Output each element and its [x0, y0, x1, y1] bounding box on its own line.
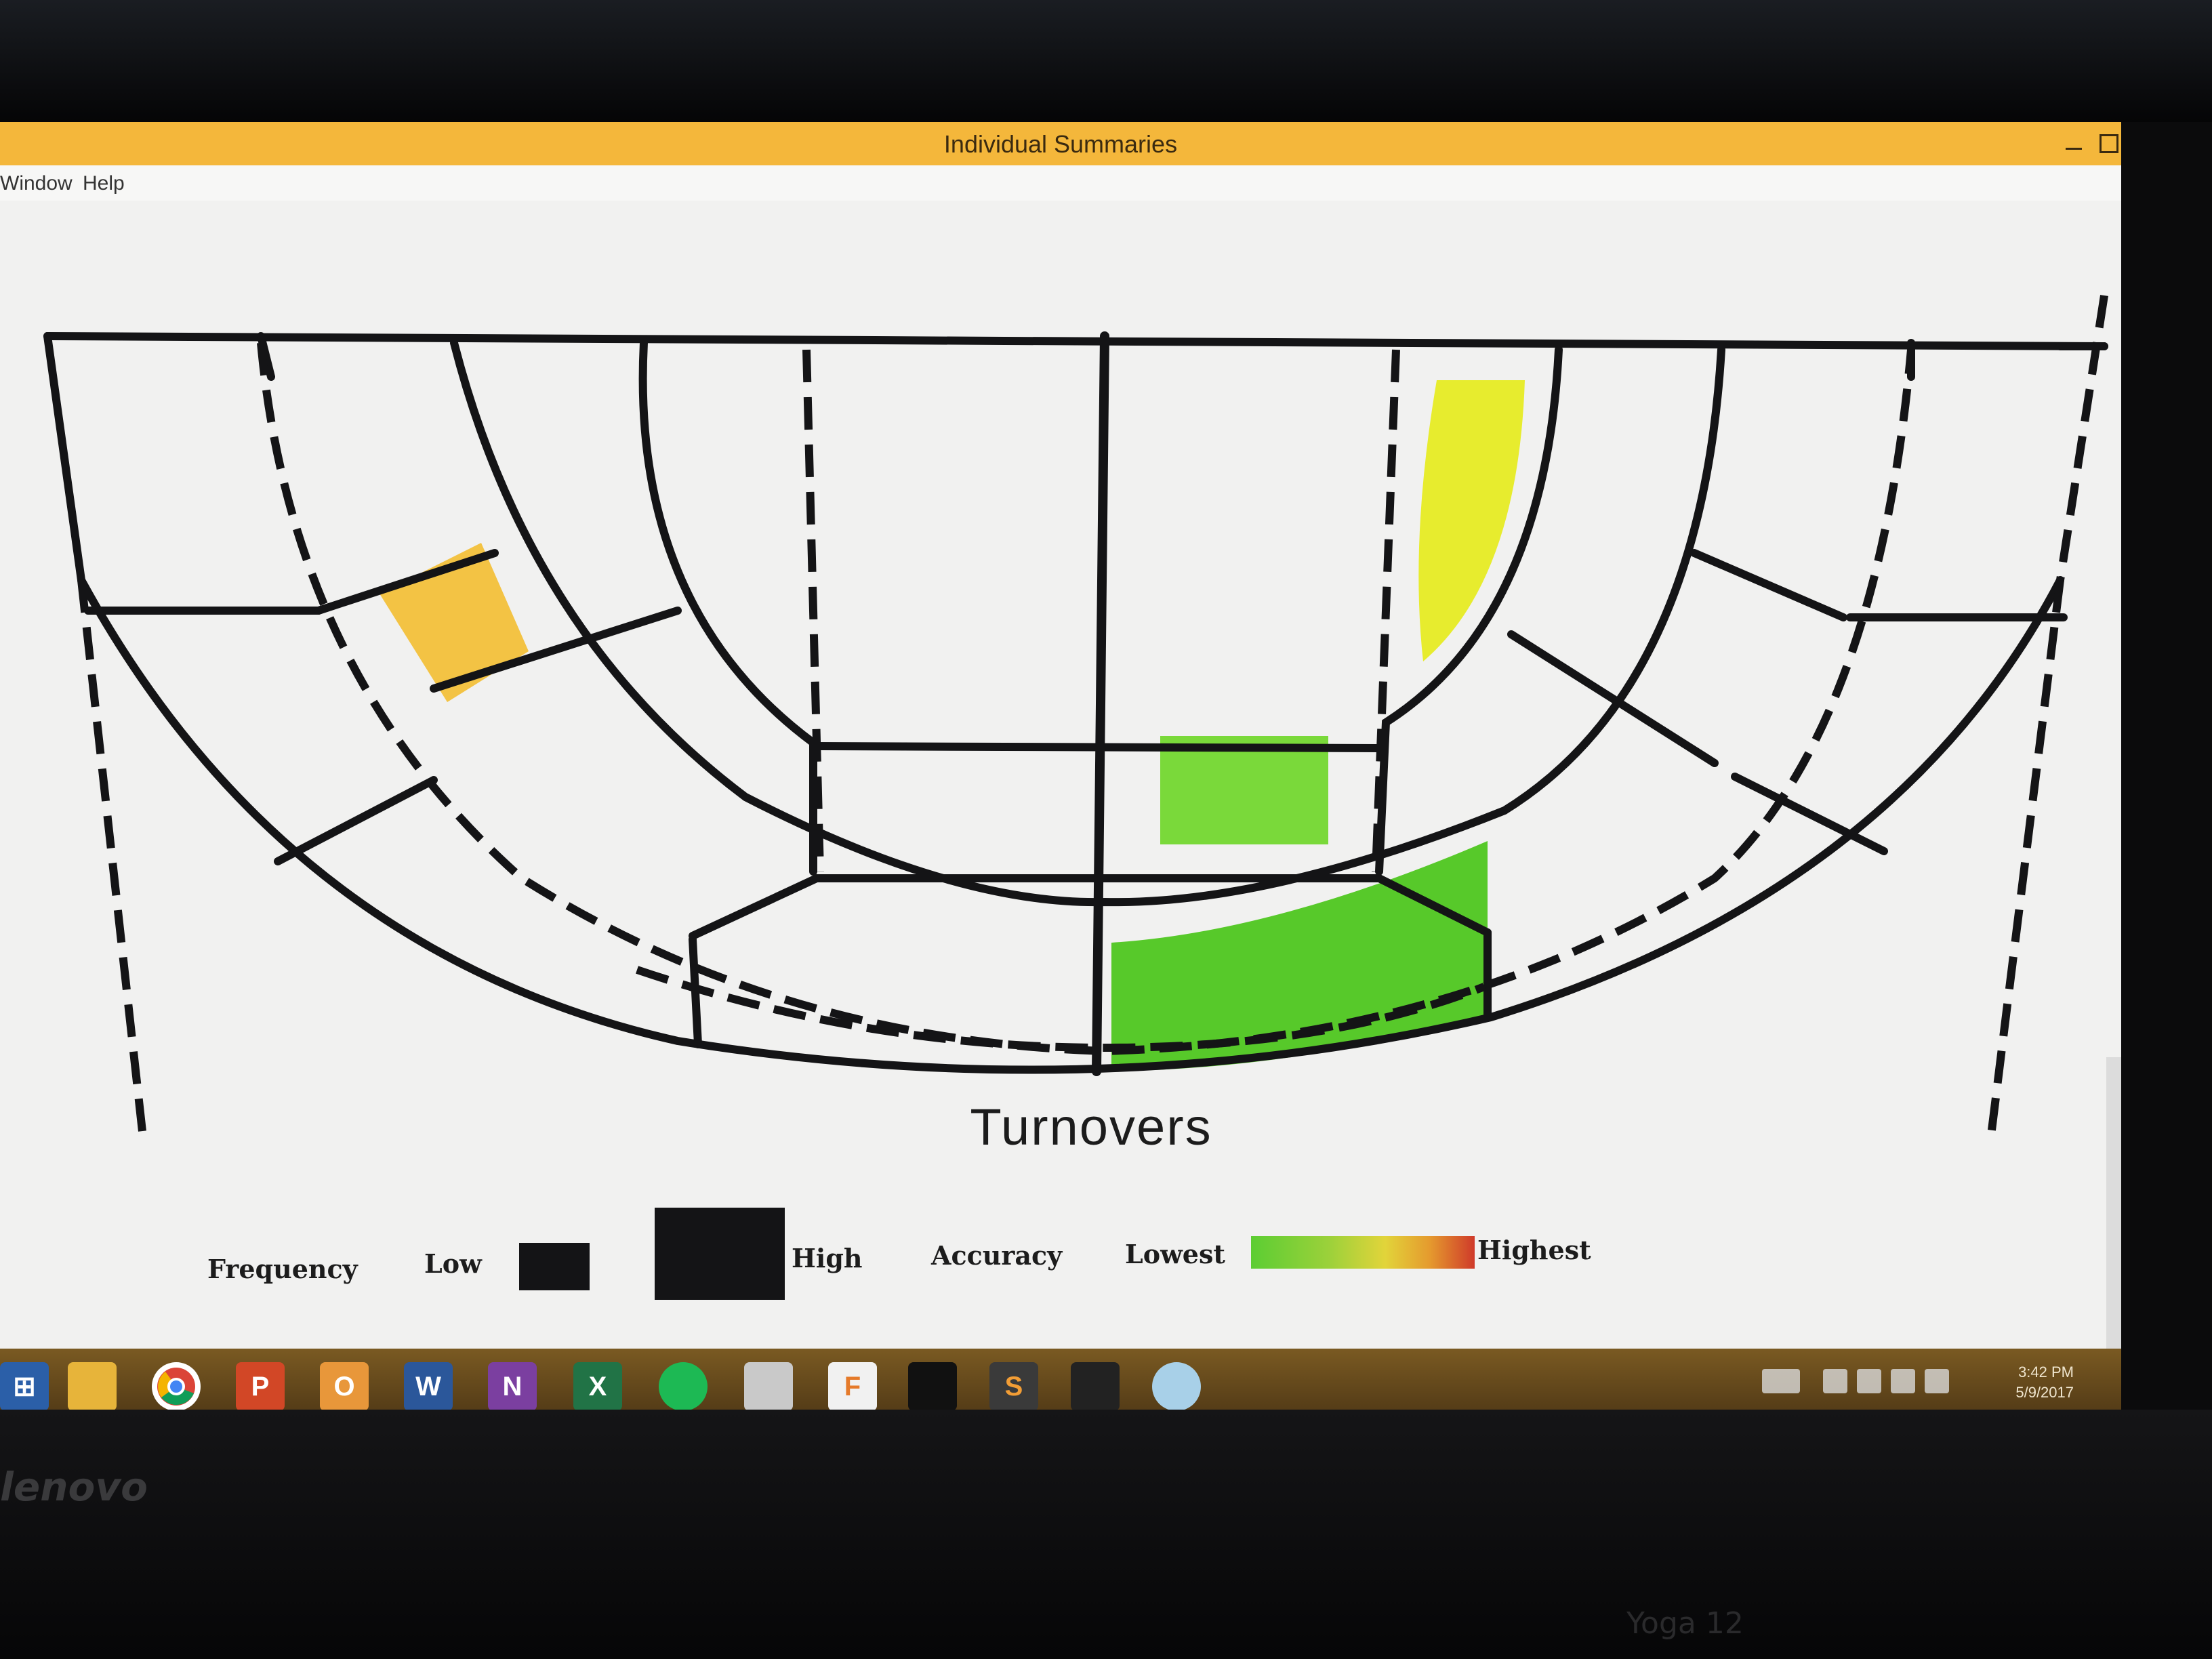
app-circle-icon[interactable] [1152, 1362, 1201, 1411]
right-diag-line-3 [1731, 773, 1888, 855]
volume-icon[interactable] [1925, 1369, 1949, 1393]
onenote-icon[interactable]: N [488, 1362, 537, 1411]
inner-arc [638, 339, 817, 876]
windows-start-icon[interactable]: ⊞ [0, 1362, 49, 1411]
baseline [43, 332, 2108, 350]
powerpoint-icon[interactable]: P [236, 1362, 285, 1411]
left-diag-line-3 [274, 776, 438, 865]
model-label: Yoga 12 [1626, 1606, 1744, 1641]
window-title: Individual Summaries [943, 130, 1178, 158]
word-icon[interactable]: W [404, 1362, 453, 1411]
system-tray: 3:42 PM 5/9/2017 [1762, 1359, 2074, 1414]
laptop-top-bezel [0, 0, 2212, 122]
outer-arc [77, 576, 2064, 1074]
zone-green[interactable] [1160, 736, 1328, 844]
console-icon[interactable] [1071, 1362, 1120, 1411]
maximize-button[interactable] [2094, 129, 2121, 156]
legend-low-label: Low [424, 1248, 482, 1279]
network-icon[interactable] [1891, 1369, 1915, 1393]
spotify-icon[interactable] [659, 1362, 708, 1411]
chart-title: Turnovers [970, 1099, 1212, 1156]
file-explorer-icon[interactable] [68, 1362, 117, 1411]
left-boundary [43, 332, 85, 584]
clock-time: 3:42 PM [2018, 1364, 2074, 1380]
f-app-icon[interactable]: F [828, 1362, 877, 1411]
title-bar[interactable]: Individual Summaries [0, 122, 2121, 165]
court-diagram [43, 295, 2108, 1136]
menu-bar: Window Help [0, 165, 2121, 201]
command-prompt-icon[interactable] [908, 1362, 957, 1411]
notes-icon[interactable] [744, 1362, 793, 1411]
battery-icon[interactable] [1857, 1369, 1881, 1393]
legend-lowest-label: Lowest [1125, 1239, 1225, 1269]
outlook-icon[interactable]: O [320, 1362, 369, 1411]
menu-window[interactable]: Window [0, 172, 73, 195]
lower-left-diag [689, 874, 821, 940]
right-dashed-top [2056, 295, 2108, 581]
excel-icon[interactable]: X [573, 1362, 622, 1411]
accuracy-gradient-bar [1251, 1236, 1475, 1269]
clock[interactable]: 3:42 PM 5/9/2017 [2015, 1362, 2074, 1403]
brand-logo: lenovo [0, 1464, 148, 1510]
legend-high-label: High [792, 1243, 863, 1273]
legend-accuracy-label: Accuracy [931, 1240, 1063, 1271]
clock-date: 5/9/2017 [2015, 1384, 2074, 1401]
laptop-bottom-bezel [0, 1410, 2212, 1659]
legend-highest-label: Highest [1477, 1235, 1591, 1265]
legend-high-swatch [655, 1208, 785, 1300]
app-window: Individual Summaries Window Help Turnove… [0, 122, 2121, 1410]
keyboard-icon[interactable] [1762, 1369, 1800, 1393]
legend-frequency-label: Frequency [207, 1254, 358, 1284]
menu-help[interactable]: Help [83, 172, 125, 195]
legend-low-swatch [519, 1243, 590, 1290]
lane-line-top [813, 742, 1383, 752]
sublime-text-icon[interactable]: S [989, 1362, 1038, 1411]
right-diag-line-1 [1690, 549, 1847, 621]
dashed-mid-arc [257, 342, 1915, 1056]
chevron-up-icon[interactable] [1823, 1369, 1847, 1393]
zone-yellow[interactable] [1418, 380, 1525, 661]
chrome-icon[interactable] [152, 1362, 201, 1411]
minimize-button[interactable] [2060, 129, 2087, 156]
right-diag-line-2 [1507, 630, 1719, 767]
center-line [1092, 331, 1109, 1076]
